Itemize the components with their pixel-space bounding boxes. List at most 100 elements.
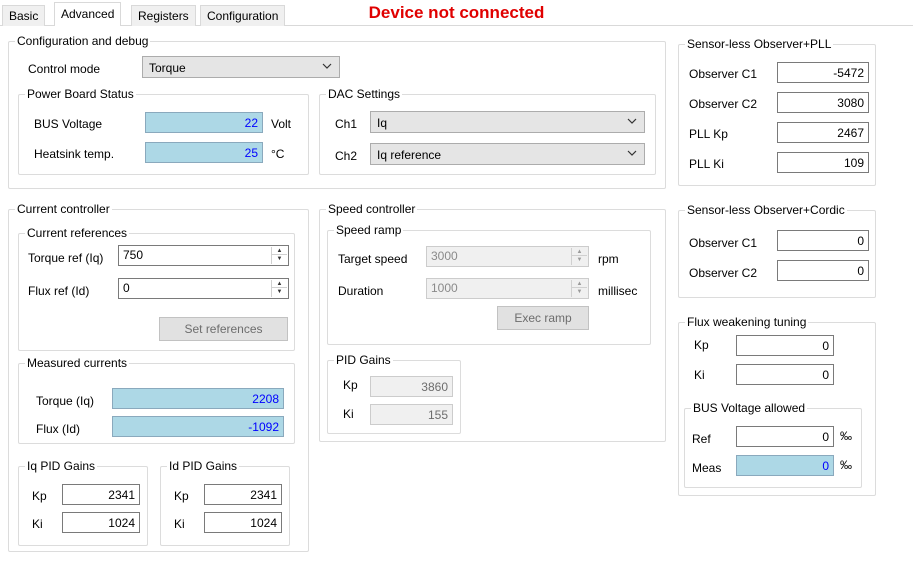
exec-ramp-button[interactable]: Exec ramp [497,306,589,330]
torque-ref-value: 750 [123,248,144,262]
set-references-button[interactable]: Set references [159,317,288,341]
id-ki-field[interactable]: 1024 [204,512,282,533]
control-mode-label: Control mode [28,62,101,76]
config-debug-title: Configuration and debug [15,34,151,48]
stepper-arrows[interactable]: ▲ ▼ [271,247,287,264]
ch2-value: Iq reference [377,148,442,162]
torque-ref-stepper[interactable]: 750 ▲ ▼ [118,245,289,266]
pll-observer-c2-label: Observer C2 [689,97,758,111]
iq-ki-label: Ki [32,517,43,531]
heatsink-field: 25 [145,142,263,163]
target-speed-label: Target speed [338,252,408,266]
ch1-label: Ch1 [335,117,358,131]
bus-voltage-field: 22 [145,112,263,133]
stepper-arrows[interactable]: ▲ ▼ [271,280,287,297]
target-speed-value: 3000 [431,249,458,263]
id-pid-title: Id PID Gains [167,459,240,473]
target-speed-stepper[interactable]: 3000 ▲ ▼ [426,246,589,267]
bus-voltage-label: BUS Voltage [34,117,103,131]
iq-kp-field[interactable]: 2341 [62,484,140,505]
speed-pid-title: PID Gains [334,353,393,367]
pll-ki-field[interactable]: 109 [777,152,869,173]
fw-kp-field[interactable]: 0 [736,335,834,356]
stepper-down-icon[interactable]: ▼ [272,255,287,263]
stepper-down-icon[interactable]: ▼ [572,288,587,296]
stepper-up-icon[interactable]: ▲ [272,280,287,288]
fw-ref-label: Ref [692,432,711,446]
iq-ki-field[interactable]: 1024 [62,512,140,533]
duration-unit: millisec [598,284,638,298]
flux-ref-value: 0 [123,281,130,295]
target-speed-unit: rpm [598,252,619,266]
control-mode-value: Torque [149,61,186,75]
torque-meas-label: Torque (Iq) [36,394,95,408]
ch1-value: Iq [377,116,388,130]
control-mode-select[interactable]: Torque [142,56,340,78]
pll-kp-label: PLL Kp [689,127,728,141]
id-kp-field[interactable]: 2341 [204,484,282,505]
fw-kp-label: Kp [694,338,709,352]
cordic-observer-c1-label: Observer C1 [689,236,758,250]
chevron-down-icon [627,150,637,156]
fw-meas-unit: ‰ [840,458,852,472]
power-board-title: Power Board Status [25,87,136,101]
bus-voltage-unit: Volt [271,117,292,131]
cordic-observer-c2-field[interactable]: 0 [777,260,869,281]
observer-cordic-title: Sensor-less Observer+Cordic [685,203,847,217]
torque-meas-field: 2208 [112,388,284,409]
observer-pll-title: Sensor-less Observer+PLL [685,37,834,51]
current-references-title: Current references [25,226,130,240]
stepper-down-icon[interactable]: ▼ [272,288,287,296]
flux-weakening-title: Flux weakening tuning [685,315,809,329]
fw-ref-field[interactable]: 0 [736,426,834,447]
pll-kp-field[interactable]: 2467 [777,122,869,143]
flux-meas-label: Flux (Id) [36,422,81,436]
speed-ramp-title: Speed ramp [334,223,404,237]
iq-kp-label: Kp [32,489,47,503]
bus-voltage-allowed-title: BUS Voltage allowed [691,401,808,415]
iq-pid-title: Iq PID Gains [25,459,98,473]
flux-ref-label: Flux ref (Id) [28,284,90,298]
stepper-up-icon[interactable]: ▲ [572,248,587,256]
cordic-observer-c2-label: Observer C2 [689,266,758,280]
current-controller-title: Current controller [15,202,112,216]
pll-observer-c1-label: Observer C1 [689,67,758,81]
flux-meas-field: -1092 [112,416,284,437]
duration-stepper[interactable]: 1000 ▲ ▼ [426,278,589,299]
flux-ref-stepper[interactable]: 0 ▲ ▼ [118,278,289,299]
fw-ref-unit: ‰ [840,429,852,443]
iq-pid-group: Iq PID Gains [18,459,148,546]
ch1-select[interactable]: Iq [370,111,645,133]
duration-value: 1000 [431,281,458,295]
speed-kp-field[interactable]: 3860 [370,376,453,397]
pll-observer-c2-field[interactable]: 3080 [777,92,869,113]
stepper-arrows[interactable]: ▲ ▼ [571,248,587,265]
bus-voltage-allowed-group: BUS Voltage allowed [684,401,862,488]
dac-settings-title: DAC Settings [326,87,403,101]
speed-ki-field[interactable]: 155 [370,404,453,425]
connection-status: Device not connected [368,3,545,22]
pll-ki-label: PLL Ki [689,157,724,171]
ch2-select[interactable]: Iq reference [370,143,645,165]
chevron-down-icon [627,118,637,124]
stepper-up-icon[interactable]: ▲ [572,280,587,288]
speed-kp-label: Kp [343,378,358,392]
stepper-arrows[interactable]: ▲ ▼ [571,280,587,297]
pll-observer-c1-field[interactable]: -5472 [777,62,869,83]
id-kp-label: Kp [174,489,189,503]
stepper-up-icon[interactable]: ▲ [272,247,287,255]
heatsink-unit: °C [271,147,285,161]
measured-currents-title: Measured currents [25,356,130,370]
observer-cordic-group: Sensor-less Observer+Cordic [678,203,876,298]
fw-meas-field: 0 [736,455,834,476]
stepper-down-icon[interactable]: ▼ [572,256,587,264]
id-ki-label: Ki [174,517,185,531]
fw-ki-field[interactable]: 0 [736,364,834,385]
fw-ki-label: Ki [694,368,705,382]
fw-meas-label: Meas [692,461,722,475]
torque-ref-label: Torque ref (Iq) [28,251,104,265]
speed-ki-label: Ki [343,407,354,421]
cordic-observer-c1-field[interactable]: 0 [777,230,869,251]
speed-controller-title: Speed controller [326,202,418,216]
ch2-label: Ch2 [335,149,358,163]
